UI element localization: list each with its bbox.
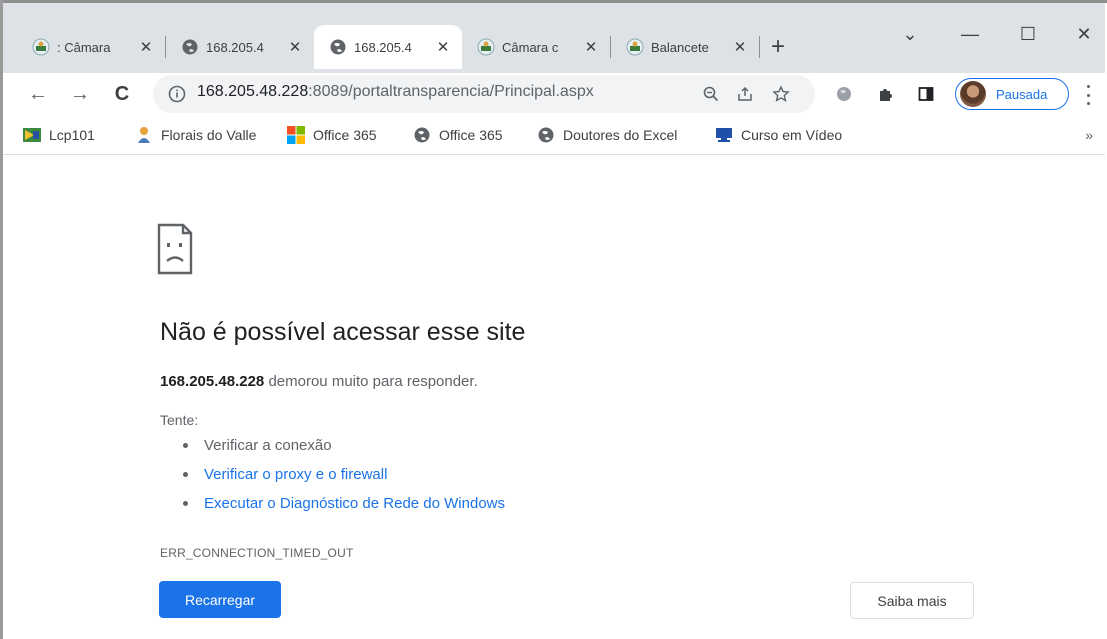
share-icon[interactable] — [735, 84, 755, 104]
bullet — [183, 472, 188, 477]
extension-globe-icon[interactable] — [833, 83, 855, 105]
florais-icon — [135, 126, 153, 144]
window-frame — [0, 0, 3, 639]
tab-close-icon[interactable]: ✕ — [286, 38, 304, 56]
bullet — [183, 443, 188, 448]
tab-balancete[interactable]: Balancete ✕ — [611, 25, 759, 69]
camara-favicon — [476, 37, 496, 57]
suggestion-link[interactable]: Executar o Diagnóstico de Rede do Window… — [204, 495, 505, 512]
suggestion-text: Verificar a conexão — [204, 437, 332, 454]
title-bar: : Câmara ✕ 168.205.4 ✕ 168.205.4 ✕ Câmar… — [3, 3, 1105, 73]
back-button[interactable]: ← — [23, 79, 53, 109]
bookmark-label: Doutores do Excel — [563, 127, 678, 143]
tab-search-button[interactable]: ⌄ — [887, 19, 933, 49]
tab-close-icon[interactable]: ✕ — [137, 38, 155, 56]
bookmark-lcp101[interactable]: Lcp101 — [23, 125, 95, 145]
url-path: :8089/portaltransparencia/Principal.aspx — [308, 83, 594, 100]
bullet — [183, 501, 188, 506]
url-host: 168.205.48.228 — [197, 83, 309, 100]
tab-close-icon[interactable]: ✕ — [731, 38, 749, 56]
globe-icon — [537, 126, 555, 144]
maximize-button[interactable]: ☐ — [1005, 19, 1051, 49]
profile-button[interactable]: Pausada — [955, 78, 1069, 110]
more-menu-icon[interactable] — [1083, 85, 1093, 105]
globe-icon — [328, 37, 348, 57]
error-title: Não é possível acessar esse site — [160, 318, 526, 346]
bookmark-star-icon[interactable] — [771, 84, 791, 104]
lcp-icon — [23, 126, 41, 144]
try-label: Tente: — [160, 412, 199, 428]
monitor-icon — [715, 126, 733, 144]
suggestion-check-connection: Verificar a conexão — [183, 437, 332, 454]
tab-title: : Câmara — [57, 39, 111, 55]
bookmarks-bar: Lcp101 Florais do Valle Office 365 Offic… — [3, 115, 1105, 155]
bookmark-label: Office 365 — [313, 127, 377, 143]
tab-camara[interactable]: : Câmara ✕ — [17, 25, 165, 69]
minimize-button[interactable]: — — [947, 19, 993, 49]
tab-title: 168.205.4 — [206, 39, 264, 55]
reload-page-button[interactable]: Recarregar — [159, 581, 281, 618]
suggestion-check-proxy-firewall[interactable]: Verificar o proxy e o firewall — [183, 466, 387, 483]
bookmark-curso-em-video[interactable]: Curso em Vídeo — [715, 125, 842, 145]
camara-favicon — [31, 37, 51, 57]
globe-icon — [413, 126, 431, 144]
tab-strip: : Câmara ✕ 168.205.4 ✕ 168.205.4 ✕ Câmar… — [17, 25, 796, 69]
reload-button[interactable]: C — [107, 79, 137, 109]
error-description-rest: demorou muito para responder. — [264, 373, 478, 390]
bookmark-doutores-do-excel[interactable]: Doutores do Excel — [537, 125, 677, 145]
globe-icon — [180, 37, 200, 57]
bookmark-label: Lcp101 — [49, 127, 95, 143]
bookmark-label: Office 365 — [439, 127, 503, 143]
learn-more-button[interactable]: Saiba mais — [850, 582, 974, 619]
tab-camara-c[interactable]: Câmara c ✕ — [462, 25, 610, 69]
error-description: 168.205.48.228 demorou muito para respon… — [160, 373, 478, 390]
avatar — [960, 81, 986, 107]
error-host: 168.205.48.228 — [160, 373, 265, 390]
error-page: Não é possível acessar esse site 168.205… — [3, 156, 1105, 639]
bookmark-office-365-ms[interactable]: Office 365 — [287, 125, 377, 145]
address-bar[interactable]: 168.205.48.228:8089/portaltransparencia/… — [153, 75, 815, 113]
side-panel-icon[interactable] — [915, 83, 937, 105]
zoom-icon[interactable] — [701, 84, 721, 104]
forward-button[interactable]: → — [65, 79, 95, 109]
profile-label: Pausada — [996, 86, 1048, 102]
browser-window: : Câmara ✕ 168.205.4 ✕ 168.205.4 ✕ Câmar… — [0, 0, 1107, 639]
bookmark-office-365-globe[interactable]: Office 365 — [413, 125, 503, 145]
info-icon[interactable] — [167, 84, 187, 104]
sad-page-icon — [157, 223, 193, 275]
browser-toolbar: ← → C 168.205.48.228:8089/portaltranspar… — [3, 73, 1105, 115]
bookmark-label: Florais do Valle — [161, 127, 257, 143]
camara-favicon — [625, 37, 645, 57]
tab-title: Câmara c — [502, 39, 559, 55]
tab-title: Balancete — [651, 39, 709, 55]
close-window-button[interactable]: ✕ — [1061, 19, 1107, 49]
tab-168-205-a[interactable]: 168.205.4 ✕ — [166, 25, 314, 69]
microsoft-icon — [287, 126, 305, 144]
error-code: ERR_CONNECTION_TIMED_OUT — [160, 546, 354, 560]
bookmark-label: Curso em Vídeo — [741, 127, 843, 143]
tab-close-icon[interactable]: ✕ — [434, 38, 452, 56]
suggestion-network-diagnostics[interactable]: Executar o Diagnóstico de Rede do Window… — [183, 495, 505, 512]
extensions-puzzle-icon[interactable] — [875, 83, 897, 105]
suggestion-link[interactable]: Verificar o proxy e o firewall — [204, 466, 387, 483]
bookmark-florais-do-valle[interactable]: Florais do Valle — [135, 125, 256, 145]
tab-close-icon[interactable]: ✕ — [582, 38, 600, 56]
new-tab-button[interactable]: + — [760, 25, 796, 69]
url-text[interactable]: 168.205.48.228:8089/portaltransparencia/… — [197, 83, 594, 101]
bookmarks-overflow-icon[interactable]: » — [1085, 127, 1093, 143]
tab-168-205-active[interactable]: 168.205.4 ✕ — [314, 25, 462, 69]
tab-title: 168.205.4 — [354, 39, 412, 55]
